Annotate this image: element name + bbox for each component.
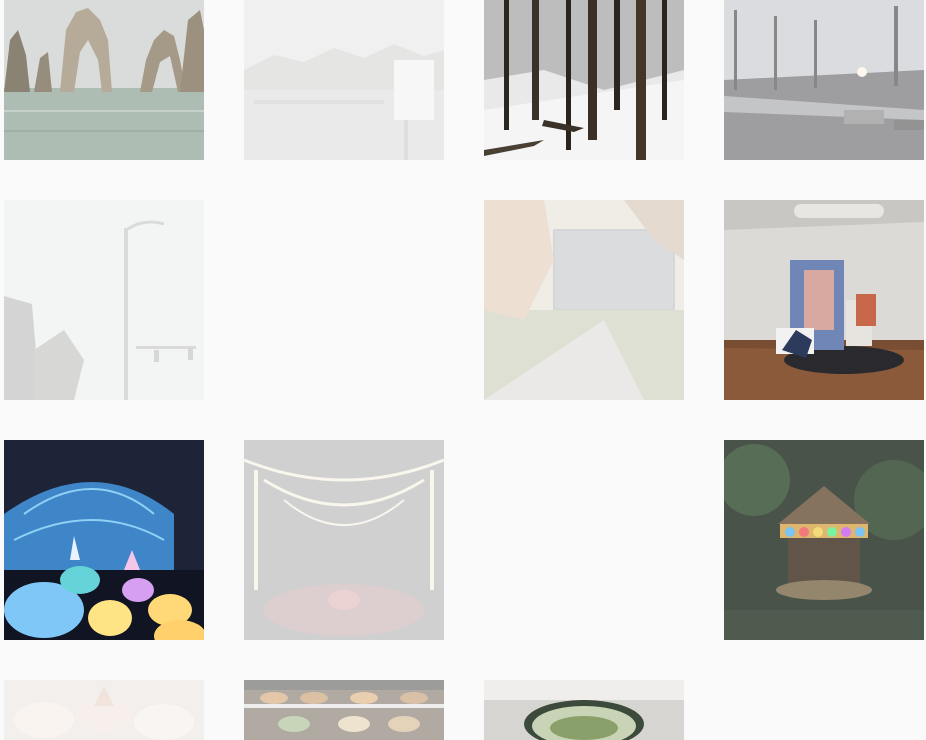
lit-arbor-image bbox=[244, 440, 444, 640]
photo-tile-pastries[interactable] bbox=[4, 680, 204, 740]
photo-tile-light-garden[interactable] bbox=[4, 440, 204, 640]
art-gallery-image bbox=[724, 200, 924, 400]
street-lamp-image bbox=[4, 200, 204, 400]
photo-grid bbox=[0, 0, 926, 740]
winter-park-image bbox=[724, 0, 924, 160]
photo-tile-lit-arbor[interactable] bbox=[244, 440, 444, 640]
photo-tile-winter-park[interactable] bbox=[724, 0, 924, 160]
photo-tile-matcha-latte[interactable] bbox=[484, 680, 684, 740]
photo-tile-harbor[interactable] bbox=[244, 0, 444, 160]
photo-tile-sea-arches[interactable] bbox=[4, 0, 204, 160]
pastries-image bbox=[4, 680, 204, 740]
photo-tile-bakery-case[interactable] bbox=[244, 680, 444, 740]
photo-tile-street-lamp[interactable] bbox=[4, 200, 204, 400]
carousel-image bbox=[724, 440, 924, 640]
harbor-image bbox=[244, 0, 444, 160]
sea-arches-image bbox=[4, 0, 204, 160]
bakery-case-image bbox=[244, 680, 444, 740]
photo-tile-campus-autumn[interactable] bbox=[484, 200, 684, 400]
photo-tile-snowy-woods[interactable] bbox=[484, 0, 684, 160]
photo-tile-carousel[interactable] bbox=[724, 440, 924, 640]
matcha-latte-image bbox=[484, 680, 684, 740]
light-garden-image bbox=[4, 440, 204, 640]
photo-tile-art-gallery[interactable] bbox=[724, 200, 924, 400]
snowy-woods-image bbox=[484, 0, 684, 160]
campus-autumn-image bbox=[484, 200, 684, 400]
